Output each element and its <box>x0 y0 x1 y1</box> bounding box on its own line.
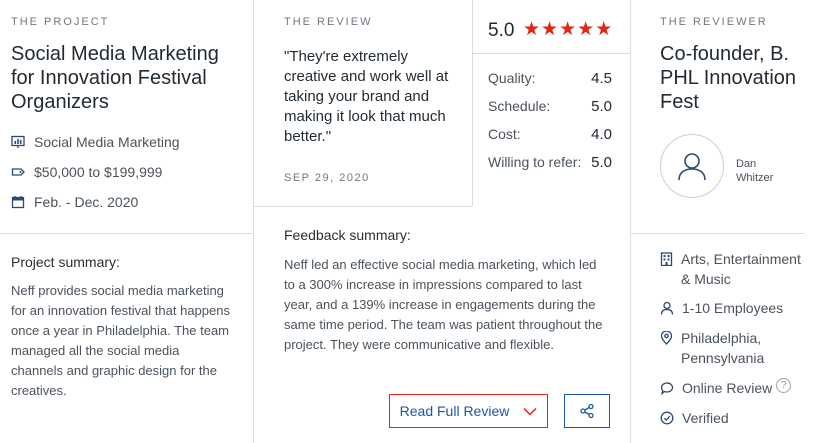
reviewer-verification-label: Verified <box>682 410 729 426</box>
overall-score: 5.0 <box>488 20 515 41</box>
building-icon <box>660 252 673 266</box>
reviewer-location-label: Philadelphia, Pennsylvania <box>681 330 765 366</box>
rating-value: 5.0 <box>591 154 612 171</box>
share-button[interactable] <box>564 394 610 428</box>
row-divider <box>630 233 805 234</box>
column-divider <box>472 0 473 206</box>
chart-icon <box>11 135 25 148</box>
star-icon: ★ <box>523 19 541 40</box>
rating-cost: Cost: 4.0 <box>488 126 612 143</box>
reviewer-eyebrow: THE REVIEWER <box>660 16 768 28</box>
row-divider <box>253 206 472 207</box>
location-icon <box>660 331 673 345</box>
read-full-review-button[interactable]: Read Full Review <box>389 394 548 428</box>
project-dates: Feb. - Dec. 2020 <box>11 194 138 210</box>
chevron-down-icon <box>523 407 537 416</box>
user-icon <box>678 153 706 181</box>
star-icon: ★ <box>577 19 595 40</box>
check-circle-icon <box>660 411 674 425</box>
review-eyebrow: THE REVIEW <box>284 16 373 28</box>
reviewer-last-name: Whitzer <box>736 172 774 184</box>
review-date: SEP 29, 2020 <box>284 172 370 184</box>
reviewer-first-name: Dan <box>736 158 757 170</box>
help-icon[interactable]: ? <box>776 378 792 393</box>
rating-willing-to-refer: Willing to refer: 5.0 <box>488 154 612 171</box>
column-divider <box>630 0 631 443</box>
project-budget-label: $50,000 to $199,999 <box>34 164 163 180</box>
feedback-summary-text: Neff led an effective social media marke… <box>284 257 603 352</box>
reviewer-review-type-label: Online Review <box>682 380 773 396</box>
reviewer-industry-label: Arts, Entertainment & Music <box>681 251 801 287</box>
reviewer-verification: Verified <box>660 408 729 428</box>
reviewer-employees: 1-10 Employees <box>660 298 783 318</box>
tag-icon <box>11 168 25 176</box>
project-budget: $50,000 to $199,999 <box>11 164 162 180</box>
review-quote: "They're extremely creative and work wel… <box>284 48 449 145</box>
star-rating: ★ ★ ★ ★ ★ <box>523 20 613 40</box>
project-service: Social Media Marketing <box>11 134 180 150</box>
feedback-summary-label: Feedback summary: <box>284 227 411 243</box>
rating-label: Willing to refer: <box>488 154 582 170</box>
star-icon: ★ <box>559 19 577 40</box>
rating-label: Schedule: <box>488 98 551 114</box>
project-dates-label: Feb. - Dec. 2020 <box>34 194 139 210</box>
share-icon <box>580 403 594 419</box>
reviewer-title: Co-founder, B. PHL Innovation Fest <box>660 43 797 113</box>
rating-label: Quality: <box>488 70 536 86</box>
project-summary-label: Project summary: <box>11 254 120 270</box>
row-divider <box>0 233 253 234</box>
chat-icon <box>660 382 674 395</box>
reviewer-review-type: Online Review ? <box>660 378 792 398</box>
reviewer-location: Philadelphia, Pennsylvania <box>660 328 810 368</box>
rating-value: 5.0 <box>591 98 612 115</box>
calendar-icon <box>11 196 25 209</box>
column-divider <box>253 0 254 443</box>
star-icon: ★ <box>541 19 559 40</box>
avatar <box>660 134 724 198</box>
project-summary-text: Neff provides social media marketing for… <box>11 283 230 398</box>
rating-value: 4.0 <box>591 126 612 143</box>
rating-label: Cost: <box>488 126 521 142</box>
rating-quality: Quality: 4.5 <box>488 70 612 87</box>
row-divider <box>472 53 630 54</box>
person-icon <box>660 301 674 315</box>
reviewer-employees-label: 1-10 Employees <box>682 300 784 316</box>
star-icon: ★ <box>595 19 613 40</box>
rating-value: 4.5 <box>591 70 612 87</box>
rating-schedule: Schedule: 5.0 <box>488 98 612 115</box>
project-service-label: Social Media Marketing <box>34 134 180 150</box>
project-title: Social Media Marketing for Innovation Fe… <box>11 43 219 113</box>
read-full-review-label: Read Full Review <box>399 403 510 419</box>
reviewer-name: Dan Whitzer <box>736 157 773 185</box>
reviewer-industry: Arts, Entertainment & Music <box>660 249 810 289</box>
project-eyebrow: THE PROJECT <box>11 16 110 28</box>
